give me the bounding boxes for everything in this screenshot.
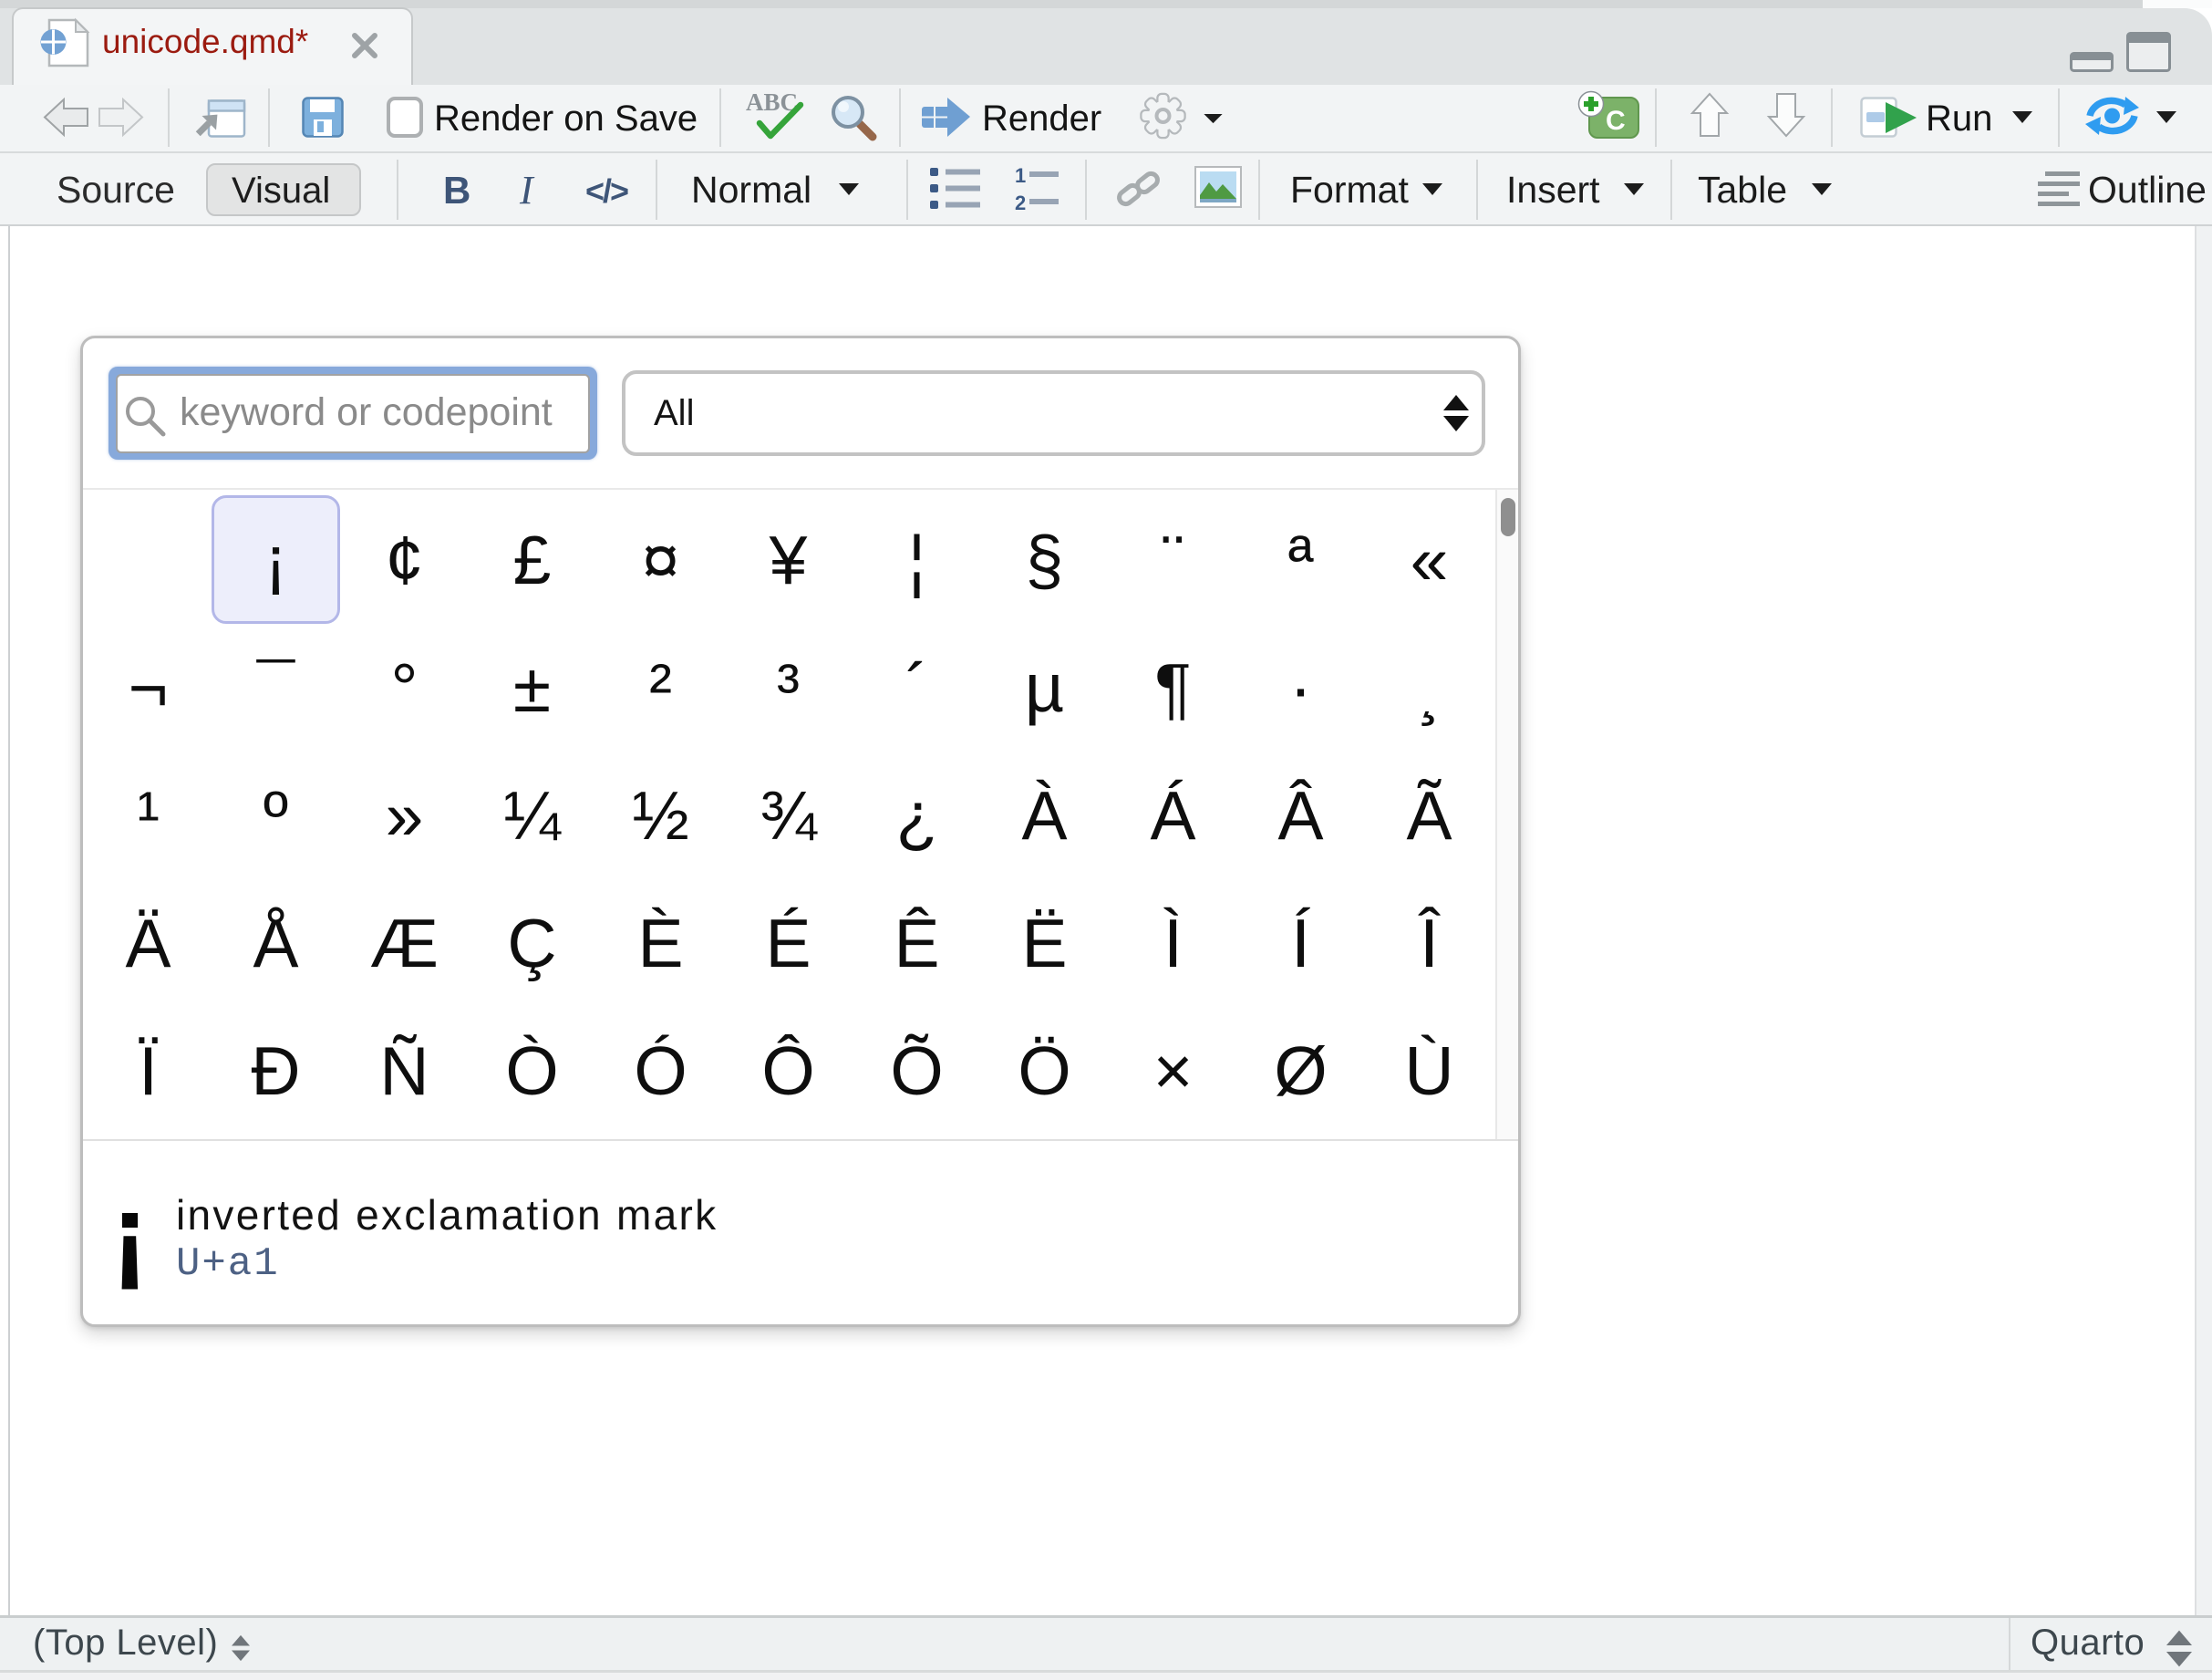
svg-text:C: C: [1606, 106, 1626, 136]
svg-text:2: 2: [1015, 192, 1026, 214]
svg-text:1: 1: [1015, 164, 1026, 187]
